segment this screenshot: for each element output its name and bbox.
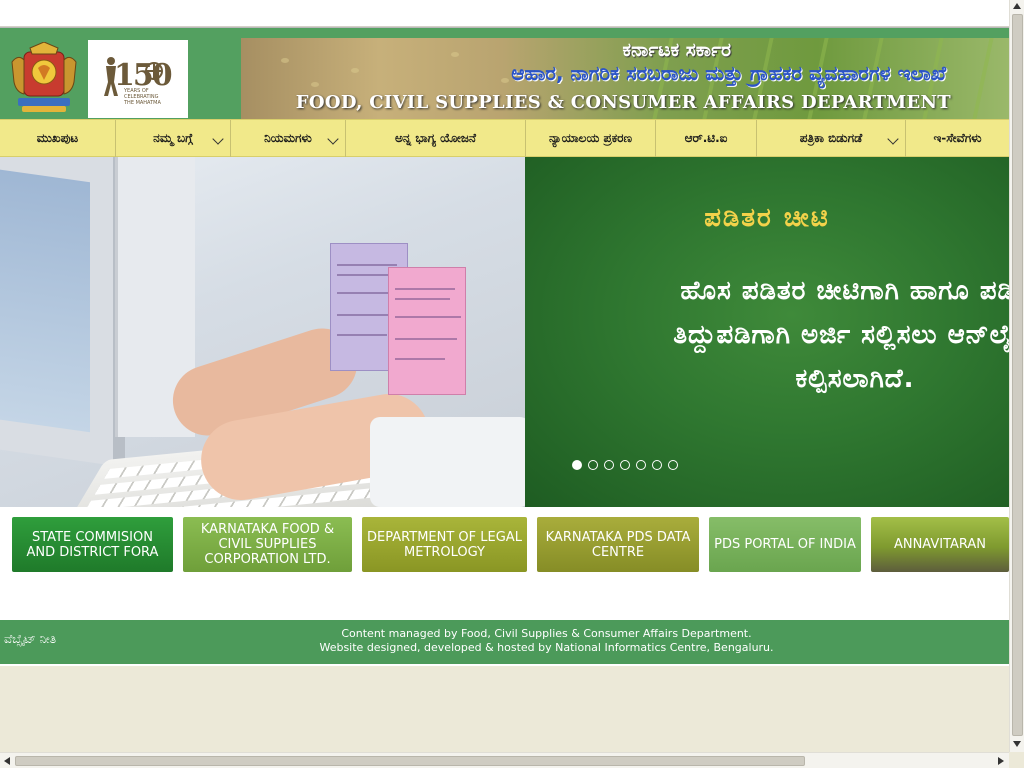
browser-viewport: 150 YEARS OF CELEBRATING THE MAHATMA ಕರ್… xyxy=(0,0,1009,752)
nav-item-label: ಆರ್.ಟಿ.ಐ xyxy=(684,131,728,145)
site-footer: ವೆಬ್ಸೈಟ್ ನೀತಿ Content managed by Food, C… xyxy=(0,620,1009,666)
horizontal-scrollbar[interactable] xyxy=(0,752,1009,768)
link-label: DEPARTMENT OF LEGAL METROLOGY xyxy=(367,529,522,560)
link-label: KARNATAKA FOOD & CIVIL SUPPLIES CORPORAT… xyxy=(200,522,335,567)
nav-item-label: ನಮ್ಮ ಬಗ್ಗೆ xyxy=(153,131,193,145)
charkha-icon xyxy=(145,62,163,80)
link-pds-portal-india[interactable]: PDS PORTAL OF INDIA xyxy=(709,517,861,572)
karnataka-emblem-icon[interactable] xyxy=(10,42,78,116)
chevron-down-icon xyxy=(212,133,224,145)
slider-dot-3[interactable] xyxy=(604,460,614,470)
banner-dept-title-english: FOOD, CIVIL SUPPLIES & CONSUMER AFFAIRS … xyxy=(295,92,951,113)
external-links: STATE COMMISION AND DISTRICT FORA KARNAT… xyxy=(0,507,1009,617)
slider-dot-6[interactable] xyxy=(652,460,662,470)
slider-dot-5[interactable] xyxy=(636,460,646,470)
nav-item-label: ಇ-ಸೇವೆಗಳು xyxy=(933,131,982,145)
footer-line-content: Content managed by Food, Civil Supplies … xyxy=(341,627,752,640)
footer-line-hosting: Website designed, developed & hosted by … xyxy=(319,641,774,654)
banner-dept-title-kannada: ಆಹಾರ, ನಾಗರಿಕ ಸರಬರಾಜು ಮತ್ತು ಗ್ರಾಹಕರ ವ್ಯವಹ… xyxy=(511,61,946,85)
main-nav: ಮುಖಪುಟ ನಮ್ಮ ಬಗ್ಗೆ ನಿಯಮಗಳು ಅನ್ನ ಭಾಗ್ಯ ಯೋಜ… xyxy=(0,119,1009,157)
link-state-commission-fora[interactable]: STATE COMMISION AND DISTRICT FORA xyxy=(12,517,173,572)
link-pds-data-centre[interactable]: KARNATAKA PDS DATA CENTRE xyxy=(537,517,699,572)
logo-150-caption: YEARS OF CELEBRATING THE MAHATMA xyxy=(124,88,161,106)
header-banner: ಕರ್ನಾಟಕ ಸರ್ಕಾರ ಆಹಾರ, ನಾಗರಿಕ ಸರಬರಾಜು ಮತ್ತ… xyxy=(241,38,1009,119)
page: 150 YEARS OF CELEBRATING THE MAHATMA ಕರ್… xyxy=(0,27,1009,666)
nav-item-label: ನಿಯಮಗಳು xyxy=(264,131,312,145)
slide-body: ಹೊಸ ಪಡಿತರ ಚೀಟಿಗಾಗಿ ಹಾಗೂ ಪಡಿತ ತಿದ್ದುಪಡಿಗಾ… xyxy=(555,269,1009,401)
scroll-left-icon[interactable] xyxy=(4,757,10,765)
nav-item-home[interactable]: ಮುಖಪುಟ xyxy=(0,120,116,157)
link-label: ANNAVITARAN xyxy=(893,537,987,552)
slider-dot-4[interactable] xyxy=(620,460,630,470)
vertical-scroll-thumb[interactable] xyxy=(1012,14,1023,736)
nav-item-press-release[interactable]: ಪತ್ರಿಕಾ ಬಿಡುಗಡೆ xyxy=(757,120,906,157)
slider-dots xyxy=(572,460,678,470)
link-label: STATE COMMISION AND DISTRICT FORA xyxy=(26,529,159,560)
ration-card-bpl xyxy=(388,267,466,395)
link-annavitaran[interactable]: ANNAVITARAN xyxy=(871,517,1009,572)
link-legal-metrology[interactable]: DEPARTMENT OF LEGAL METROLOGY xyxy=(362,517,527,572)
chevron-down-icon xyxy=(327,133,339,145)
nav-item-label: ಪತ್ರಿಕಾ ಬಿಡುಗಡೆ xyxy=(799,131,863,145)
nav-item-e-services[interactable]: ಇ-ಸೇವೆಗಳು xyxy=(906,120,1009,157)
slider-dot-1[interactable] xyxy=(572,460,582,470)
footer-credits: Content managed by Food, Civil Supplies … xyxy=(0,627,1009,655)
link-label: KARNATAKA PDS DATA CENTRE xyxy=(545,529,691,560)
top-strip xyxy=(0,0,1009,27)
horizontal-scroll-thumb[interactable] xyxy=(15,756,805,766)
nav-item-label: ಮುಖಪುಟ xyxy=(36,131,79,145)
slide-body-line: ತಿದ್ದುಪಡಿಗಾಗಿ ಅರ್ಜಿ ಸಲ್ಲಿಸಲು ಆನ್‌ಲೈನ್ xyxy=(673,320,1009,350)
nav-item-anna-bhagya[interactable]: ಅನ್ನ ಭಾಗ್ಯ ಯೋಜನೆ xyxy=(346,120,526,157)
vertical-scrollbar[interactable] xyxy=(1009,0,1024,752)
hero-slider: ಪಡಿತರ ಚೀಟಿ ಹೊಸ ಪಡಿತರ ಚೀಟಿಗಾಗಿ ಹಾಗೂ ಪಡಿತ … xyxy=(0,157,1009,507)
link-kfcsc[interactable]: KARNATAKA FOOD & CIVIL SUPPLIES CORPORAT… xyxy=(183,517,352,572)
slider-dot-7[interactable] xyxy=(668,460,678,470)
scroll-down-icon[interactable] xyxy=(1013,741,1021,747)
nav-item-court-cases[interactable]: ನ್ಯಾಯಾಲಯ ಪ್ರಕರಣ xyxy=(526,120,656,157)
scroll-up-icon[interactable] xyxy=(1013,3,1021,9)
chevron-down-icon xyxy=(887,133,899,145)
site-header: 150 YEARS OF CELEBRATING THE MAHATMA ಕರ್… xyxy=(0,28,1009,119)
slide-text-panel: ಪಡಿತರ ಚೀಟಿ ಹೊಸ ಪಡಿತರ ಚೀಟಿಗಾಗಿ ಹಾಗೂ ಪಡಿತ … xyxy=(525,157,1009,507)
slider-dot-2[interactable] xyxy=(588,460,598,470)
slide-title: ಪಡಿತರ ಚೀಟಿ xyxy=(704,203,830,233)
nav-item-label: ಅನ್ನ ಭಾಗ್ಯ ಯೋಜನೆ xyxy=(394,131,477,145)
slide-body-line: ಹೊಸ ಪಡಿತರ ಚೀಟಿಗಾಗಿ ಹಾಗೂ ಪಡಿತ xyxy=(680,276,1009,306)
scroll-right-icon[interactable] xyxy=(998,757,1004,765)
scrollbar-corner xyxy=(1009,752,1024,768)
banner-govt-title: ಕರ್ನಾಟಕ ಸರ್ಕಾರ xyxy=(622,39,731,61)
nav-item-about-us[interactable]: ನಮ್ಮ ಬಗ್ಗೆ xyxy=(116,120,231,157)
nav-item-rti[interactable]: ಆರ್.ಟಿ.ಐ xyxy=(656,120,757,157)
150-years-mahatma-logo[interactable]: 150 YEARS OF CELEBRATING THE MAHATMA xyxy=(88,40,188,118)
nav-item-label: ನ್ಯಾಯಾಲಯ ಪ್ರಕರಣ xyxy=(549,131,632,145)
nav-item-rules[interactable]: ನಿಯಮಗಳು xyxy=(231,120,346,157)
slide-body-line: ಕಲ್ಪಿಸಲಾಗಿದೆ. xyxy=(795,364,915,394)
slide-photo-typing xyxy=(0,157,525,507)
link-label: PDS PORTAL OF INDIA xyxy=(714,537,856,552)
